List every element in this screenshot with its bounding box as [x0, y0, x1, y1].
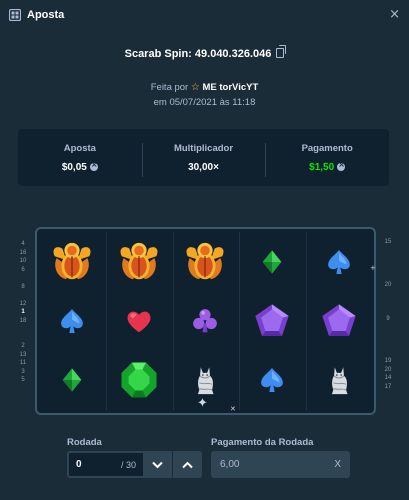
- sparkle-icon: ✕: [230, 405, 236, 413]
- stat-multiplier: Multiplicador 30,00×: [141, 142, 266, 177]
- payline-number: [382, 340, 394, 349]
- round-value: 0: [76, 459, 82, 470]
- payline-number: [382, 289, 394, 298]
- purple-gem-icon: [315, 297, 363, 345]
- red-heart-icon: [115, 297, 163, 345]
- stat-payout: Pagamento $1,50: [265, 142, 389, 177]
- reel-column: [40, 232, 104, 410]
- white-cat-icon: [315, 356, 363, 404]
- star-icon: ☆: [190, 82, 200, 93]
- payline-number: [17, 274, 29, 283]
- spin-id-label: Scarab Spin: 49.040.326.046: [124, 48, 272, 60]
- payout-value-row: $1,50: [265, 160, 389, 173]
- close-icon[interactable]: ×: [389, 8, 400, 22]
- sparkle-icon: ✦: [197, 396, 208, 411]
- payline-number: 18: [19, 317, 27, 324]
- round-payout-suffix: X: [334, 459, 341, 470]
- payline-number: [382, 247, 394, 256]
- made-by-prefix: Feita por: [150, 82, 189, 93]
- payline-number: [382, 272, 394, 281]
- payline-number: 13: [19, 351, 27, 358]
- payline-number: 9: [386, 315, 390, 322]
- payline-number: 2: [21, 343, 25, 349]
- payline-number: 8: [21, 283, 25, 290]
- payline-number: 19: [384, 358, 392, 364]
- green-emerald-icon: [115, 356, 163, 404]
- payline-number: 15: [384, 239, 392, 245]
- title-bar: Aposta ×: [0, 0, 409, 30]
- payline-number: 5: [21, 377, 25, 383]
- payline-number: 10: [19, 258, 27, 264]
- payline-number: 17: [384, 383, 392, 390]
- made-by-line: Feita por ☆ ME torVicYT: [0, 82, 409, 93]
- round-stepper: 0 / 30: [67, 451, 202, 478]
- payline-number: 20: [384, 281, 392, 288]
- round-total: / 30: [120, 459, 136, 470]
- payline-numbers-right: 15 20 9 19 20 14 17: [382, 238, 394, 391]
- payout-value: $1,50: [309, 161, 335, 173]
- payline-number: 6: [21, 266, 25, 273]
- payline-number: [382, 332, 394, 341]
- payline-number: 11: [19, 360, 27, 366]
- purple-club-icon: [181, 297, 229, 345]
- reels-grid: [40, 232, 371, 410]
- copy-icon[interactable]: [276, 45, 287, 58]
- payline-number: [17, 334, 29, 343]
- green-diamond-icon: [48, 356, 96, 404]
- round-prev-button[interactable]: [143, 451, 172, 478]
- green-diamond-icon: [248, 238, 296, 286]
- payline-number: [382, 306, 394, 315]
- spin-id: Scarab Spin: 49.040.326.046: [0, 45, 409, 60]
- bet-value-row: $0,05: [18, 160, 142, 173]
- payline-number: [17, 291, 29, 300]
- window-title: Aposta: [27, 9, 65, 21]
- username-link[interactable]: ME torVicYT: [202, 82, 258, 93]
- payline-number: [382, 298, 394, 307]
- payline-number: 20: [384, 366, 392, 373]
- payline-number: [382, 255, 394, 264]
- date-line: em 05/07/2021 às 11:18: [153, 97, 256, 108]
- payline-numbers-left: 4 16 10 6 8 12 1 18 2 13 11 3 5: [17, 240, 29, 385]
- payout-label: Pagamento: [301, 142, 353, 154]
- purple-gem-icon: [248, 297, 296, 345]
- chevron-up-icon: [181, 461, 193, 468]
- bet-value: $0,05: [61, 161, 87, 173]
- bet-stats-panel: Aposta $0,05 Multiplicador 30,00× Pagame…: [18, 129, 389, 186]
- blue-spade-icon: [315, 238, 363, 286]
- currency-icon: [337, 160, 346, 171]
- payline-number: 12: [19, 300, 27, 307]
- reel-column: [239, 232, 305, 410]
- round-input[interactable]: 0 / 30: [67, 451, 143, 478]
- multiplier-value: 30,00×: [188, 161, 219, 173]
- payline-number: 14: [384, 375, 392, 381]
- sparkle-icon: +: [370, 264, 376, 272]
- multiplier-label: Multiplicador: [173, 142, 234, 154]
- payline-number: [382, 349, 394, 358]
- payline-number: 4: [21, 241, 25, 247]
- payline-number: 3: [21, 368, 25, 375]
- round-payout-value: 6,00: [220, 459, 240, 470]
- blue-spade-icon: [48, 297, 96, 345]
- blue-spade-icon: [248, 356, 296, 404]
- round-label: Rodada: [67, 437, 102, 448]
- currency-icon: [89, 160, 98, 171]
- bet-slip-icon: [9, 9, 21, 21]
- payline-number: 1: [21, 309, 25, 315]
- round-payout-field: 6,00 X: [211, 451, 350, 478]
- scarab-icon: [48, 238, 96, 286]
- reel-column: [105, 232, 171, 410]
- bet-label: Aposta: [63, 142, 96, 154]
- payline-number: [17, 325, 29, 334]
- reel-column: [306, 232, 371, 410]
- round-next-button[interactable]: [172, 451, 201, 478]
- stat-bet: Aposta $0,05: [18, 143, 142, 173]
- payline-number: [382, 264, 394, 273]
- reel-column: [172, 232, 238, 410]
- round-payout-label: Pagamento da Rodada: [211, 437, 314, 448]
- chevron-down-icon: [152, 461, 163, 468]
- scarab-icon: [115, 238, 163, 286]
- scarab-icon: [181, 238, 229, 286]
- payline-number: 16: [19, 249, 27, 256]
- payline-number: [382, 323, 394, 332]
